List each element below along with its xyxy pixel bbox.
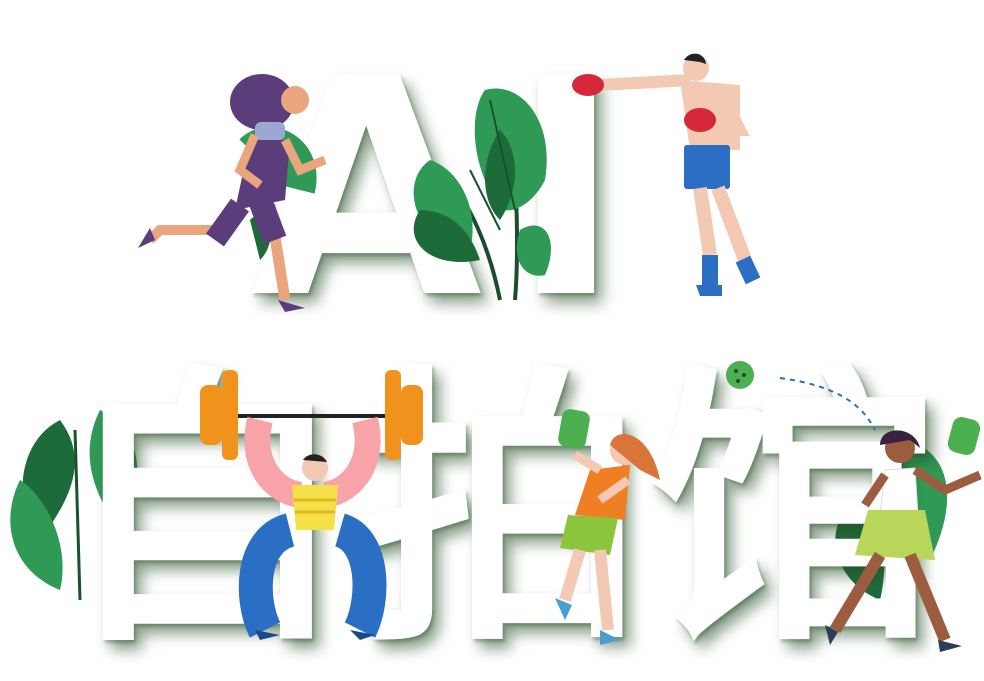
ball-icon bbox=[726, 361, 876, 431]
foreground-figures bbox=[138, 53, 982, 652]
boxer-figure bbox=[572, 53, 761, 296]
poster-canvas: AI 自拍馆 bbox=[0, 0, 984, 666]
pickleball-player-figure bbox=[555, 409, 660, 645]
weightlifter-figure bbox=[200, 370, 423, 640]
plant-icon bbox=[413, 88, 551, 301]
tennis-player-figure bbox=[825, 417, 982, 652]
runner-figure bbox=[138, 74, 327, 312]
